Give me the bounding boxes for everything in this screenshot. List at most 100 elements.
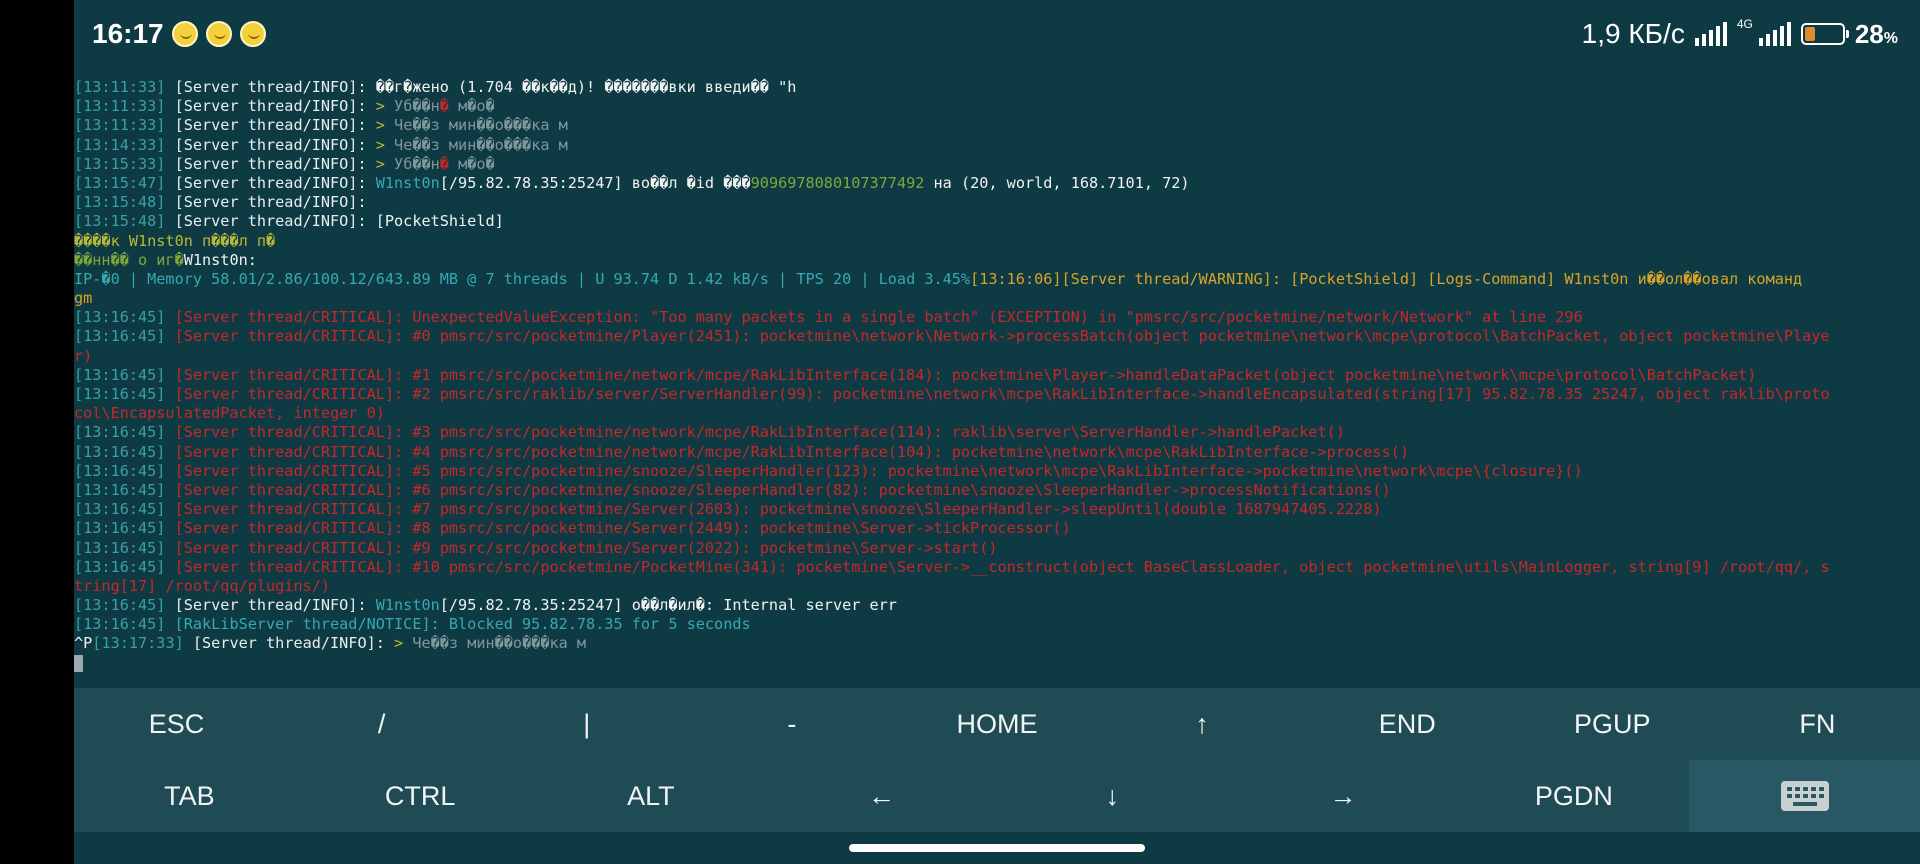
terminal-text-segment: [13:15:47] xyxy=(74,173,166,192)
terminal-text-segment: [Server thread/INFO]: xyxy=(165,212,376,231)
keyboard-toggle-button[interactable] xyxy=(1689,760,1920,832)
terminal-text-segment: м�о� xyxy=(448,97,495,116)
terminal-line: [13:16:45] [RakLibServer thread/NOTICE]:… xyxy=(74,615,1920,634)
key-ctrl[interactable]: CTRL xyxy=(305,760,536,832)
keyboard-icon xyxy=(1780,781,1829,811)
key-fn[interactable]: FN xyxy=(1715,688,1920,760)
terminal-line: [13:16:45] [Server thread/CRITICAL]: #7 … xyxy=(74,500,1920,519)
terminal-output[interactable]: [13:11:33] [Server thread/INFO]: ��г�жен… xyxy=(74,78,1920,678)
terminal-text-segment: > xyxy=(375,135,395,154)
terminal-text-segment: [13:11:33] xyxy=(74,97,166,116)
terminal-text-segment: � xyxy=(439,154,449,173)
terminal-text-segment: [Server thread/INFO]: xyxy=(165,173,376,192)
terminal-line: [13:11:33] [Server thread/INFO]: ��г�жен… xyxy=(74,78,1920,97)
key-end[interactable]: END xyxy=(1305,688,1510,760)
terminal-line: [13:16:45] [Server thread/CRITICAL]: #2 … xyxy=(74,385,1920,404)
key-slash[interactable]: / xyxy=(279,688,484,760)
key-dash[interactable]: - xyxy=(689,688,894,760)
terminal-line: [13:15:48] [Server thread/INFO]: xyxy=(74,193,1920,212)
terminal-text-segment: Че��з мин��о���ка м xyxy=(394,135,568,154)
key-esc[interactable]: ESC xyxy=(74,688,279,760)
gesture-bar xyxy=(74,832,1920,864)
terminal-text-segment: м�о� xyxy=(448,154,495,173)
terminal-text-segment: [Server thread/CRITICAL]: #7 pmsrc/src/p… xyxy=(165,500,1382,519)
key-pipe[interactable]: | xyxy=(484,688,689,760)
terminal-input-line[interactable] xyxy=(74,654,1920,673)
key-tab[interactable]: TAB xyxy=(74,760,305,832)
terminal-line: ��нн�� о иг�W1nst0n: xyxy=(74,251,1920,270)
terminal-text-segment: [Server thread/WARNING]: [PocketShield] … xyxy=(1061,269,1803,288)
terminal-text-segment: [Server thread/CRITICAL]: #5 pmsrc/src/p… xyxy=(165,461,1583,480)
terminal-text-segment: ��г�жено (1.704 ��к��д)! �������вки введ… xyxy=(375,78,797,96)
terminal-text-segment: [Server thread/INFO]: xyxy=(183,634,395,653)
terminal-text-segment: [Server thread/INFO]: xyxy=(165,596,376,615)
network-speed: 1,9 КБ/с xyxy=(1581,18,1685,49)
terminal-text-segment: > xyxy=(375,154,395,173)
terminal-text-segment: [Server thread/CRITICAL]: #4 pmsrc/src/p… xyxy=(165,442,1409,461)
terminal-text-segment: W1nst0n: xyxy=(183,250,257,269)
terminal-text-segment: Че��з мин��о���ка м xyxy=(394,116,568,135)
terminal-text-segment: [13:16:45] xyxy=(74,538,166,557)
terminal-text-segment: [Server thread/CRITICAL]: #3 pmsrc/src/p… xyxy=(165,423,1345,442)
battery-icon xyxy=(1800,23,1849,45)
terminal-line: [13:16:45] [Server thread/CRITICAL]: #8 … xyxy=(74,519,1920,538)
terminal-text-segment: Уб��н xyxy=(394,154,440,173)
terminal-line: [13:16:45] [Server thread/INFO]: W1nst0n… xyxy=(74,596,1920,615)
key-pgup[interactable]: PGUP xyxy=(1510,688,1715,760)
terminal-text-segment: [Server thread/CRITICAL]: UnexpectedValu… xyxy=(165,308,1583,327)
home-indicator[interactable] xyxy=(849,844,1145,852)
key-right[interactable]: → xyxy=(1228,760,1459,832)
terminal-text-segment: [Server thread/INFO]: xyxy=(165,135,376,154)
terminal-line: col\EncapsulatedPacket, integer 0) xyxy=(74,404,1920,423)
terminal-text-segment: [13:16:45] xyxy=(74,480,166,499)
terminal-text-segment: [13:11:33] xyxy=(74,78,166,96)
terminal-text-segment: [Server thread/INFO]: xyxy=(165,78,376,96)
terminal-line: [13:15:33] [Server thread/INFO]: > Уб��н… xyxy=(74,155,1920,174)
terminal-text-segment: [13:16:06] xyxy=(970,269,1062,288)
terminal-text-segment: [13:16:45] xyxy=(74,615,166,634)
terminal-line: gm xyxy=(74,289,1920,308)
terminal-line: r) xyxy=(74,347,1920,366)
emoji-icon xyxy=(171,21,198,47)
key-home[interactable]: HOME xyxy=(894,688,1099,760)
terminal-text-segment: Че��з мин��о���ка м xyxy=(412,634,587,653)
terminal-text-segment: [Server thread/INFO]: xyxy=(165,193,376,212)
key-up[interactable]: ↑ xyxy=(1100,688,1305,760)
terminal-line: IP-�0 | Memory 58.01/2.86/100.12/643.89 … xyxy=(74,270,1920,289)
terminal-line: [13:16:45] [Server thread/CRITICAL]: #0 … xyxy=(74,327,1920,346)
terminal-text-segment: [Server thread/CRITICAL]: #1 pmsrc/src/p… xyxy=(165,365,1757,384)
key-left[interactable]: ← xyxy=(766,760,997,832)
terminal-text-segment: ��нн�� о иг� xyxy=(74,250,184,269)
key-alt[interactable]: ALT xyxy=(536,760,767,832)
network-type-label: 4G xyxy=(1736,17,1753,31)
left-black-strip xyxy=(0,0,74,864)
terminal-line: [13:16:45] [Server thread/CRITICAL]: Une… xyxy=(74,308,1920,327)
terminal-text-segment: > xyxy=(375,116,395,135)
terminal-text-segment: [13:11:33] xyxy=(74,116,166,135)
terminal-cursor xyxy=(74,654,83,672)
key-down[interactable]: ↓ xyxy=(997,760,1228,832)
terminal-text-segment: [13:16:45] xyxy=(74,365,166,384)
key-pgdn[interactable]: PGDN xyxy=(1459,760,1690,832)
terminal-text-segment: [13:15:33] xyxy=(74,154,166,173)
terminal-text-segment: на (20, world, 168.7101, 72) xyxy=(924,173,1190,192)
terminal-text-segment: ����к W1nst0n п���л п� xyxy=(74,231,276,250)
terminal-text-segment: [13:15:48] xyxy=(74,212,166,231)
terminal-line: [13:16:45] [Server thread/CRITICAL]: #1 … xyxy=(74,366,1920,385)
terminal-line: [13:16:45] [Server thread/CRITICAL]: #9 … xyxy=(74,539,1920,558)
status-bar: 16:17 1,9 КБ/с 4G 28% xyxy=(74,0,1920,72)
signal-icon xyxy=(1694,22,1727,46)
terminal-text-segment: IP-�0 | Memory 58.01/2.86/100.12/643.89 … xyxy=(74,269,971,288)
terminal-text-segment: ^P xyxy=(74,634,93,653)
terminal-line: [13:15:47] [Server thread/INFO]: W1nst0n… xyxy=(74,174,1920,193)
terminal-text-segment: [13:16:45] xyxy=(74,500,166,519)
terminal-text-segment: [13:15:48] xyxy=(74,193,166,212)
terminal-text-segment: r) xyxy=(74,346,93,365)
terminal-text-segment: [13:16:45] xyxy=(74,519,166,538)
terminal-line: [13:14:33] [Server thread/INFO]: > Че��з… xyxy=(74,136,1920,155)
emoji-icon xyxy=(205,21,232,47)
termux-screen: 16:17 1,9 КБ/с 4G 28% [13:11:33] [Server… xyxy=(74,0,1920,864)
terminal-text-segment: [Server thread/CRITICAL]: #8 pmsrc/src/p… xyxy=(165,519,1071,538)
terminal-text-segment: [Server thread/CRITICAL]: #0 pmsrc/src/p… xyxy=(165,327,1830,346)
terminal-text-segment: W1nst0n xyxy=(375,173,440,192)
